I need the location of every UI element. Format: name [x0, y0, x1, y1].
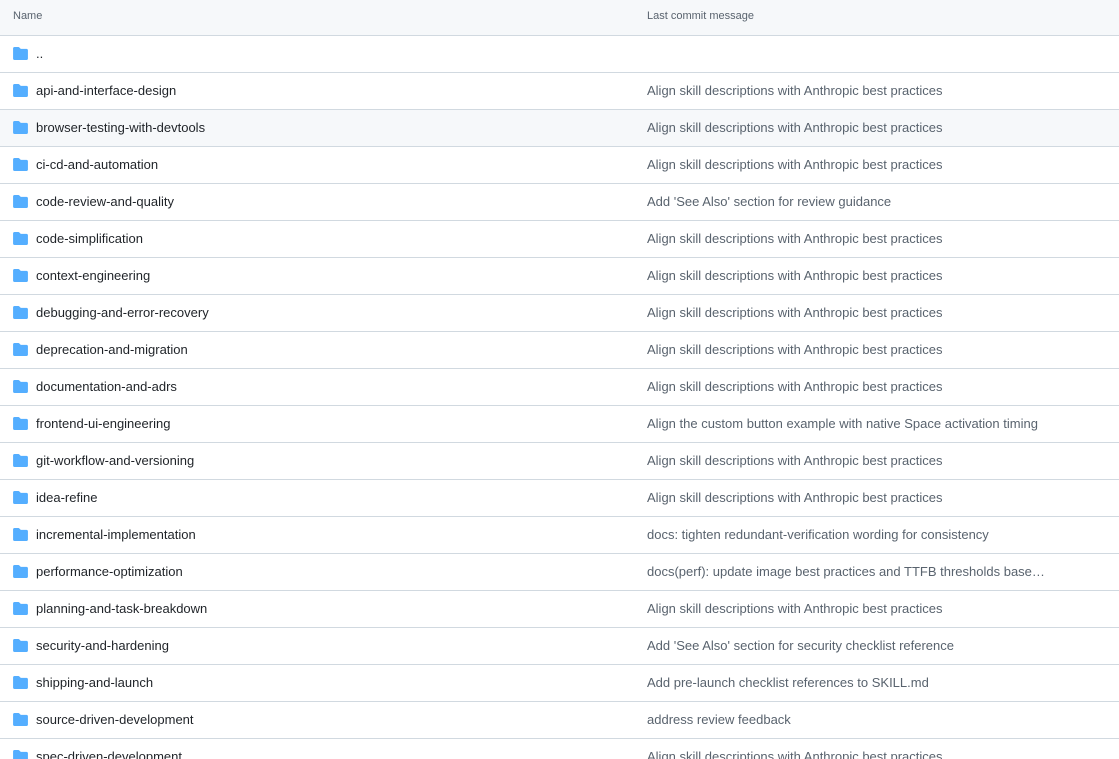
table-body: .. api-and-interface-design Align skill de… [0, 36, 1119, 759]
folder-icon [13, 121, 28, 134]
folder-name-link[interactable]: incremental-implementation [36, 527, 196, 542]
folder-icon [13, 639, 28, 652]
folder-name-link[interactable]: deprecation-and-migration [36, 342, 188, 357]
folder-icon [13, 343, 28, 356]
parent-directory-row[interactable]: .. [0, 36, 1119, 73]
folder-icon [13, 232, 28, 245]
table-header: Name Last commit message [0, 0, 1119, 36]
folder-name-link[interactable]: api-and-interface-design [36, 83, 176, 98]
folder-name-link[interactable]: documentation-and-adrs [36, 379, 177, 394]
commit-message-column-header: Last commit message [647, 10, 754, 22]
folder-name-link[interactable]: browser-testing-with-devtools [36, 120, 205, 135]
table-row[interactable]: source-driven-development address review … [0, 702, 1119, 739]
table-row[interactable]: shipping-and-launch Add pre-launch checkl… [0, 665, 1119, 702]
folder-icon [13, 454, 28, 467]
commit-message-link[interactable]: Align skill descriptions with Anthropic … [647, 157, 943, 172]
commit-message-link[interactable]: docs(perf): update image best practices … [647, 564, 1052, 579]
folder-icon [13, 565, 28, 578]
folder-name-link[interactable]: ci-cd-and-automation [36, 157, 158, 172]
commit-message-link[interactable]: Add 'See Also' section for security chec… [647, 638, 954, 653]
commit-message-link[interactable]: Align skill descriptions with Anthropic … [647, 231, 943, 246]
folder-icon [13, 491, 28, 504]
folder-name-link[interactable]: shipping-and-launch [36, 675, 153, 690]
folder-name-link[interactable]: security-and-hardening [36, 638, 169, 653]
table-row[interactable]: context-engineering Align skill descripti… [0, 258, 1119, 295]
folder-icon [13, 158, 28, 171]
table-row[interactable]: code-review-and-quality Add 'See Also' se… [0, 184, 1119, 221]
table-row[interactable]: ci-cd-and-automation Align skill descript… [0, 147, 1119, 184]
table-row[interactable]: git-workflow-and-versioning Align skill d… [0, 443, 1119, 480]
name-column-header: Name [13, 10, 43, 22]
table-row[interactable]: documentation-and-adrs Align skill descri… [0, 369, 1119, 406]
folder-icon [13, 713, 28, 726]
folder-icon [13, 306, 28, 319]
folder-icon [13, 417, 28, 430]
folder-icon [13, 380, 28, 393]
commit-message-link[interactable]: Align skill descriptions with Anthropic … [647, 490, 943, 505]
table-row[interactable]: performance-optimization docs(perf): upda… [0, 554, 1119, 591]
table-row[interactable]: frontend-ui-engineering Align the custom … [0, 406, 1119, 443]
folder-name-link[interactable]: code-simplification [36, 231, 143, 246]
commit-message-link[interactable]: Align the custom button example with nat… [647, 416, 1038, 431]
folder-icon [13, 195, 28, 208]
folder-name-link[interactable]: context-engineering [36, 268, 150, 283]
table-row[interactable]: security-and-hardening Add 'See Also' sec… [0, 628, 1119, 665]
folder-icon [13, 602, 28, 615]
commit-message-link[interactable]: Align skill descriptions with Anthropic … [647, 379, 943, 394]
folder-icon [13, 750, 28, 759]
folder-name-link[interactable]: source-driven-development [36, 712, 194, 727]
folder-icon [13, 676, 28, 689]
commit-message-link[interactable]: Align skill descriptions with Anthropic … [647, 305, 943, 320]
table-row[interactable]: browser-testing-with-devtools Align skill… [0, 110, 1119, 147]
table-row[interactable]: debugging-and-error-recovery Align skill … [0, 295, 1119, 332]
table-row[interactable]: api-and-interface-design Align skill desc… [0, 73, 1119, 110]
commit-message-link[interactable]: docs: tighten redundant-verification wor… [647, 527, 989, 542]
folder-name-link[interactable]: idea-refine [36, 490, 97, 505]
table-row[interactable]: incremental-implementation docs: tighten … [0, 517, 1119, 554]
folder-icon [13, 47, 28, 60]
commit-message-link[interactable]: Add 'See Also' section for review guidan… [647, 194, 891, 209]
folder-name-link[interactable]: spec-driven-development [36, 749, 182, 759]
commit-message-link[interactable]: Align skill descriptions with Anthropic … [647, 601, 943, 616]
folder-name-link[interactable]: frontend-ui-engineering [36, 416, 170, 431]
folder-icon [13, 84, 28, 97]
commit-message-link[interactable]: Align skill descriptions with Anthropic … [647, 120, 943, 135]
commit-message-link[interactable]: Align skill descriptions with Anthropic … [647, 268, 943, 283]
table-row[interactable]: spec-driven-development Align skill descr… [0, 739, 1119, 759]
folder-name-link[interactable]: planning-and-task-breakdown [36, 601, 207, 616]
commit-message-link[interactable]: Align skill descriptions with Anthropic … [647, 749, 943, 759]
table-row[interactable]: idea-refine Align skill descriptions with… [0, 480, 1119, 517]
folder-name-link[interactable]: debugging-and-error-recovery [36, 305, 209, 320]
folder-name-link[interactable]: code-review-and-quality [36, 194, 174, 209]
commit-message-link[interactable]: address review feedback [647, 712, 791, 727]
commit-message-link[interactable]: Add pre-launch checklist references to S… [647, 675, 929, 690]
commit-message-link[interactable]: Align skill descriptions with Anthropic … [647, 342, 943, 357]
commit-message-link[interactable]: Align skill descriptions with Anthropic … [647, 453, 943, 468]
table-row[interactable]: code-simplification Align skill descripti… [0, 221, 1119, 258]
folder-name-link[interactable]: .. [36, 46, 43, 61]
table-row[interactable]: deprecation-and-migration Align skill des… [0, 332, 1119, 369]
table-row[interactable]: planning-and-task-breakdown Align skill d… [0, 591, 1119, 628]
commit-message-link[interactable]: Align skill descriptions with Anthropic … [647, 83, 943, 98]
folder-name-link[interactable]: git-workflow-and-versioning [36, 453, 194, 468]
folder-icon [13, 269, 28, 282]
folder-name-link[interactable]: performance-optimization [36, 564, 183, 579]
file-table: Name Last commit message .. api-and-inter… [0, 0, 1119, 759]
folder-icon [13, 528, 28, 541]
